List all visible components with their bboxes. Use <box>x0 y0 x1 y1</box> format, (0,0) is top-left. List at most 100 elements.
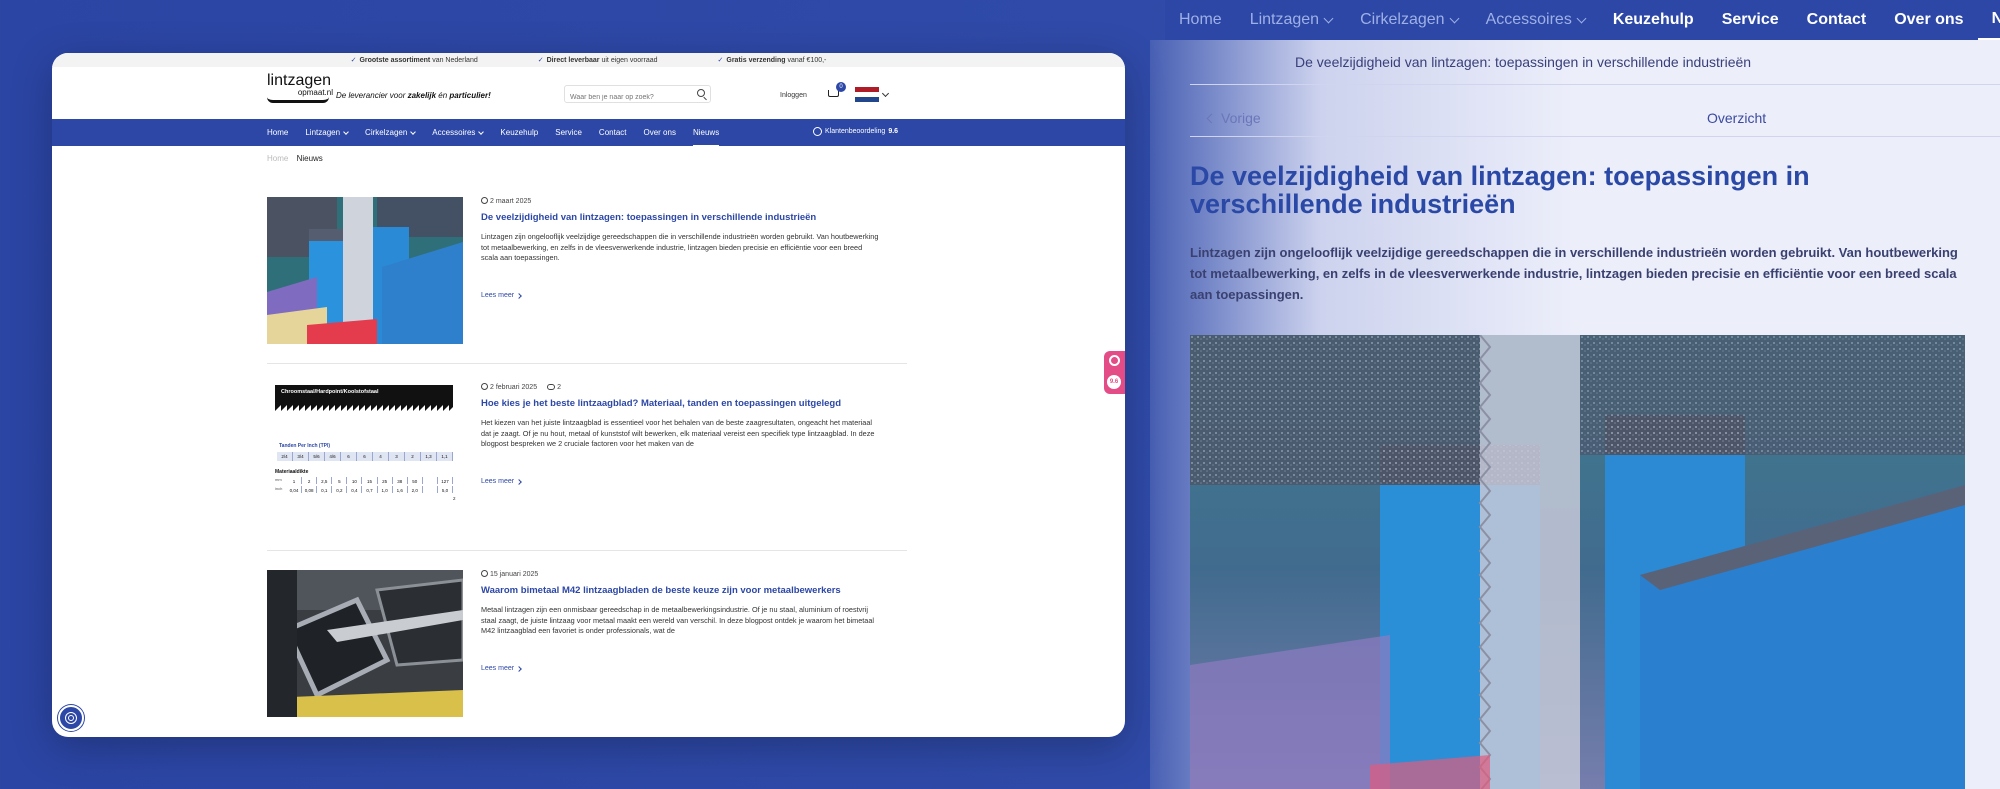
rating-label: Klantenbeoordeling <box>825 128 886 135</box>
chart-cell: 6 <box>341 452 357 461</box>
clock-icon <box>481 197 488 204</box>
chart-cell: 0,08 <box>302 486 318 493</box>
chevron-down-icon <box>343 128 349 135</box>
nav-label: Nieuws <box>692 127 720 137</box>
chevron-right-icon <box>516 665 522 672</box>
divider <box>1190 84 2000 85</box>
nav-label: Keuzehulp <box>500 128 539 137</box>
article-comments[interactable]: 2 <box>547 383 561 391</box>
chart-cell: 2/4 <box>277 452 293 461</box>
chevron-down-icon <box>1449 13 1460 23</box>
bg-nav-item-service[interactable]: Service <box>1708 0 1793 40</box>
article-thumbnail[interactable]: Chroomstaal/Hardpoint/Koolstofstaal Tand… <box>267 383 463 530</box>
article-lead: Lintzagen zijn ongelooflijk veelzijdige … <box>1190 245 1958 302</box>
review-badge-icon <box>1109 355 1120 366</box>
article-thumbnail[interactable] <box>267 197 463 344</box>
bg-breadcrumb[interactable]: De veelzijdigheid van lintzagen: toepass… <box>1295 54 1751 70</box>
chart-cell: 25 <box>378 477 393 484</box>
chevron-down-icon <box>410 128 417 135</box>
chart-cell: 38 <box>393 477 408 484</box>
logo-swoosh-icon <box>267 97 329 103</box>
checkmark-icon: ✓ <box>717 57 724 64</box>
usp-item: ✓ Grootste assortiment van Nederland <box>351 56 478 64</box>
clock-icon <box>481 570 488 577</box>
read-more-label: Lees meer <box>481 665 515 672</box>
article-title-link[interactable]: Waarom bimetaal M42 lintzaagbladen de be… <box>481 585 841 596</box>
chart-cell: 50 <box>408 477 423 484</box>
bg-nav-item-lintzagen[interactable]: Lintzagen <box>1236 0 1346 40</box>
chevron-down-icon[interactable] <box>881 89 890 98</box>
bg-nav-label: Contact <box>1806 11 1867 28</box>
nav-item-keuzehulp[interactable]: Keuzehulp <box>500 119 538 146</box>
article-date: 15 januari 2025 <box>481 570 538 578</box>
search-input[interactable] <box>565 89 685 106</box>
website-screenshot-card: ✓ Grootste assortiment van Nederland ✓ Dire… <box>52 53 1125 737</box>
bg-nav-item-accessoires[interactable]: Accessoires <box>1472 0 1599 40</box>
tagline-bold-1: zakelijk <box>407 91 437 100</box>
read-more-link[interactable]: Lees meer <box>481 292 522 299</box>
nav-item-cirkelzagen[interactable]: Cirkelzagen <box>365 119 417 146</box>
chart-cell: 6 <box>357 452 373 461</box>
tagline: De leverancier voor zakelijk én particul… <box>336 91 491 100</box>
chevron-left-icon <box>1206 113 1217 123</box>
breadcrumb-home[interactable]: Home <box>267 154 288 163</box>
search-box[interactable] <box>564 85 711 106</box>
read-more-label: Lees meer <box>481 478 515 485</box>
bg-nav-item-nieuws[interactable]: Nieuws <box>1977 0 2000 40</box>
article-thumbnail[interactable] <box>267 570 463 717</box>
review-widget[interactable]: 9.6 <box>1104 351 1125 394</box>
chart-cell: 3 <box>389 452 405 461</box>
nav-item-service[interactable]: Service <box>555 119 582 146</box>
article-item: 2 maart 2025 De veelzijdigheid van lintz… <box>267 197 907 347</box>
site-logo[interactable]: lintzagen opmaat.nl <box>267 73 333 103</box>
bg-nav-label: Cirkelzagen <box>1360 11 1445 28</box>
article-item: 15 januari 2025 Waarom bimetaal M42 lint… <box>267 570 907 720</box>
chevron-down-icon <box>478 128 485 135</box>
nav-item-over-ons[interactable]: Over ons <box>644 119 676 146</box>
bg-nav-item-contact[interactable]: Contact <box>1793 0 1881 40</box>
article-excerpt: Metaal lintzagen zijn een onmisbaar gere… <box>481 605 875 636</box>
breadcrumb: Home Nieuws <box>267 154 323 163</box>
article-title-link[interactable]: De veelzijdigheid van lintzagen: toepass… <box>481 212 816 223</box>
chevron-down-icon <box>1576 13 1587 23</box>
nav-item-contact[interactable]: Contact <box>599 119 627 146</box>
bg-nav-item-keuzehulp[interactable]: Keuzehulp <box>1599 0 1708 40</box>
read-more-link[interactable]: Lees meer <box>481 478 522 485</box>
bg-article-content: De veelzijdigheid van lintzagen: toepass… <box>1150 40 2000 789</box>
nav-item-home[interactable]: Home <box>267 119 288 146</box>
fingerprint-icon[interactable] <box>58 705 84 731</box>
chart-cell: 4/6 <box>325 452 341 461</box>
nav-item-lintzagen[interactable]: Lintzagen <box>305 119 349 146</box>
usp-item: ✓ Direct leverbaar uit eigen voorraad <box>538 56 658 64</box>
chart-cell: 15 <box>362 477 378 484</box>
divider <box>267 550 907 551</box>
read-more-link[interactable]: Lees meer <box>481 665 522 672</box>
chart-cell: 1,1 <box>437 452 453 461</box>
chart-cell: 2 <box>302 477 318 484</box>
nav-label: Contact <box>598 128 627 137</box>
search-icon[interactable] <box>697 89 705 97</box>
article-title-link[interactable]: Hoe kies je het beste lintzaagblad? Mate… <box>481 398 841 409</box>
customer-rating[interactable]: Klantenbeoordeling 9.6 <box>813 127 898 136</box>
logo-domain: opmaat.nl <box>297 88 333 97</box>
tpi-chart-header: Chroomstaal/Hardpoint/Koolstofstaal <box>281 389 379 395</box>
bg-nav-label: Accessoires <box>1485 11 1572 28</box>
date-text: 2 maart 2025 <box>490 198 532 205</box>
bg-nav-label: Home <box>1179 11 1222 28</box>
nav-item-accessoires[interactable]: Accessoires <box>432 119 485 146</box>
article-item: Chroomstaal/Hardpoint/Koolstofstaal Tand… <box>267 383 907 533</box>
overview-link[interactable]: Overzicht <box>1707 110 1766 126</box>
login-link[interactable]: Inloggen <box>780 92 807 99</box>
sponge-photo-thumbnail <box>267 197 463 344</box>
usp-rest: vanaf €100,- <box>785 57 827 64</box>
bg-nav-item-home[interactable]: Home <box>1165 0 1236 40</box>
chart-cell <box>423 477 438 484</box>
cart-button[interactable]: 0 <box>828 82 846 100</box>
chart-cell: 0,1 <box>317 486 333 493</box>
bg-nav-item-cirkelzagen[interactable]: Cirkelzagen <box>1346 0 1471 40</box>
nav-item-nieuws[interactable]: Nieuws <box>692 119 720 146</box>
tpi-chart-header-band: Chroomstaal/Hardpoint/Koolstofstaal <box>275 385 453 421</box>
language-flag-nl-icon[interactable] <box>855 87 879 102</box>
previous-link[interactable]: Vorige <box>1206 110 1261 126</box>
bg-nav-item-over-ons[interactable]: Over ons <box>1880 0 1977 40</box>
